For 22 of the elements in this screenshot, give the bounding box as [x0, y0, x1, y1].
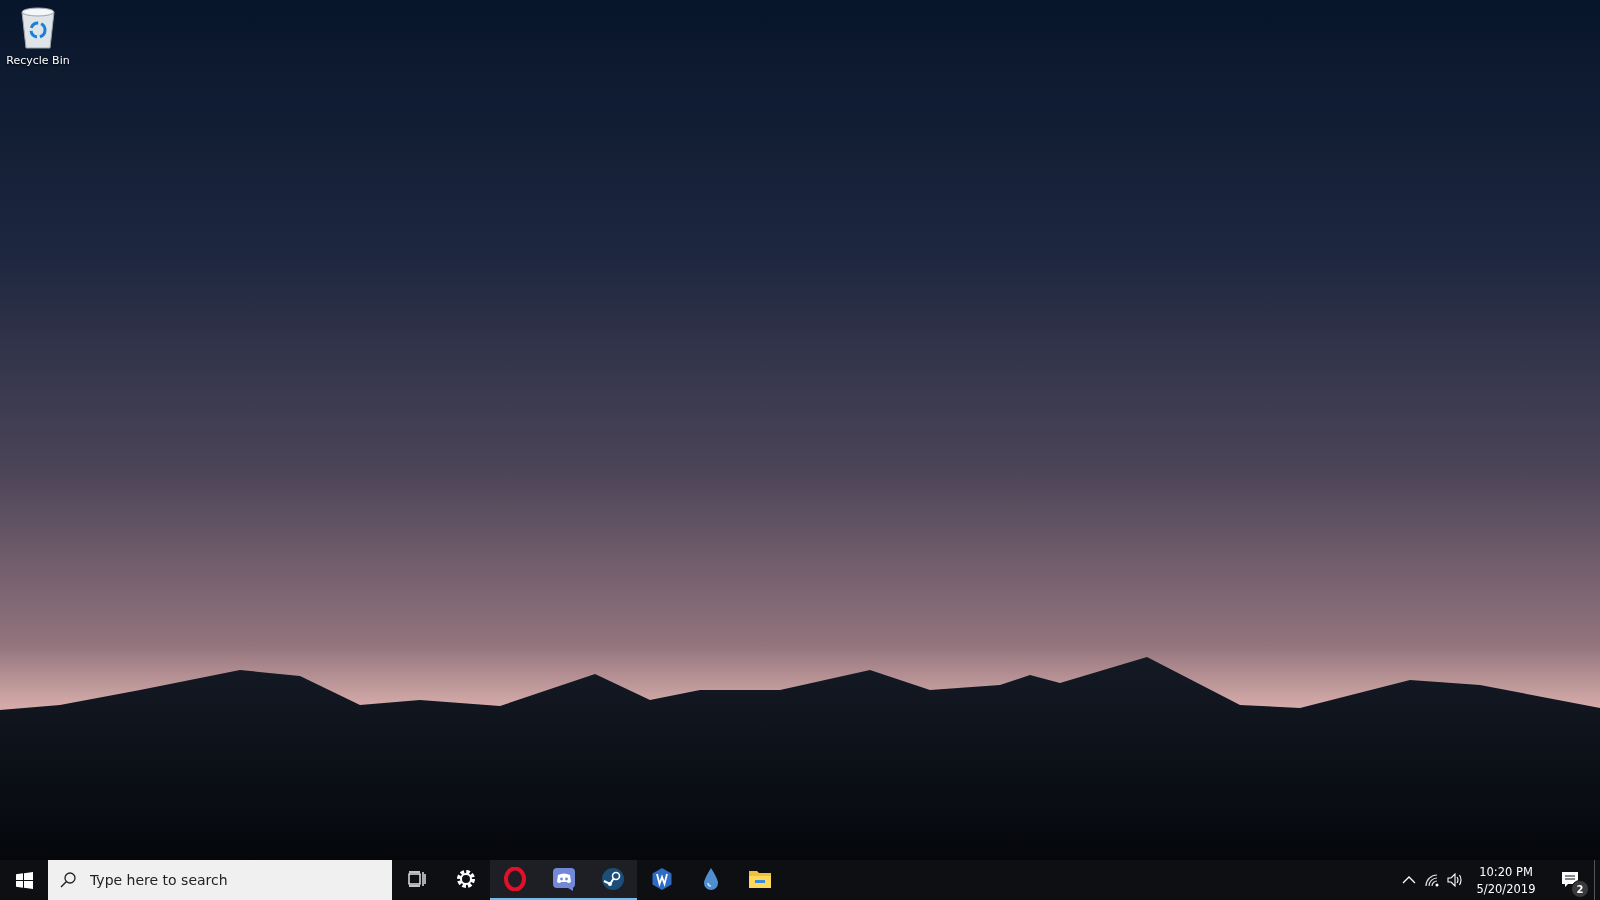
action-center-button[interactable]: 2 [1546, 860, 1594, 900]
gear-icon [454, 868, 477, 890]
game-controller-face-icon [551, 867, 576, 891]
trash-bin-icon[interactable] [18, 6, 58, 50]
search-bar[interactable]: Type here to search [48, 860, 392, 900]
windows-logo-icon [15, 871, 33, 889]
clock-button[interactable]: 10:20 PM 5/20/2019 [1466, 860, 1546, 900]
chevron-up-icon [1401, 876, 1416, 884]
search-icon [60, 872, 76, 888]
opera-taskbar-button[interactable] [490, 860, 539, 900]
desktop-icon-label[interactable]: Recycle Bin [6, 54, 70, 67]
w-badge-icon [649, 867, 674, 891]
steam-taskbar-button[interactable] [588, 860, 637, 900]
steam-logo-icon [600, 867, 625, 891]
water-drop-icon [701, 867, 720, 891]
folder-icon [747, 869, 772, 889]
search-input[interactable]: Type here to search [88, 871, 392, 889]
speaker-icon [1446, 873, 1463, 887]
task-view-icon [407, 871, 426, 887]
wifi-icon [1423, 873, 1440, 887]
letter-o-icon [503, 867, 526, 891]
message-icon [1561, 871, 1579, 889]
